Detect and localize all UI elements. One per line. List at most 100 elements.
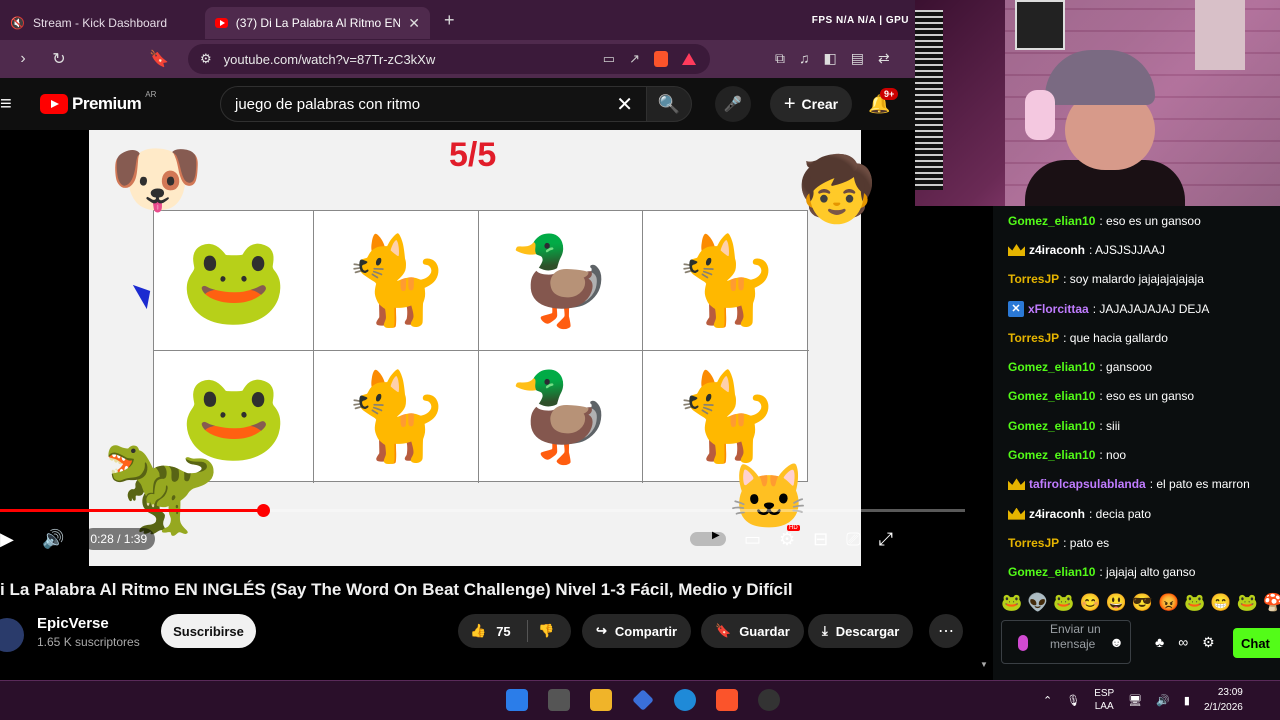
search-input[interactable]: juego de palabras con ritmo ✕ <box>220 86 648 122</box>
chat-username[interactable]: TorresJP <box>1008 536 1059 550</box>
chat-username[interactable]: Gomez_elian10 <box>1008 389 1095 403</box>
chat-username[interactable]: Gomez_elian10 <box>1008 360 1095 374</box>
more-actions-button[interactable]: ⋯ <box>929 614 963 648</box>
tab-kick-dashboard[interactable]: 🔇 Stream - Kick Dashboard <box>0 7 205 39</box>
chat-username[interactable]: xFlorcittaa <box>1028 302 1089 316</box>
chevron-up-icon[interactable]: ⌃ <box>1043 694 1052 707</box>
emote-icon[interactable]: 😎 <box>1132 593 1153 613</box>
emote-icon[interactable]: 👽 <box>1027 593 1048 613</box>
chat-text: : eso es un ganso <box>1099 389 1195 404</box>
task-view-icon[interactable] <box>548 689 570 711</box>
chat-message: Gomez_elian10: jajajaj alto ganso <box>993 558 1280 587</box>
start-windows-icon[interactable] <box>506 689 528 711</box>
gear-icon[interactable]: ⚙ <box>1202 634 1215 651</box>
bookmark-icon[interactable]: 🔖 <box>144 49 174 69</box>
cast-icon[interactable]: ⎚ <box>846 529 860 550</box>
chat-username[interactable]: TorresJP <box>1008 331 1059 345</box>
screenshot-icon[interactable]: ⧉ <box>775 50 785 67</box>
seek-handle[interactable] <box>257 504 270 517</box>
chat-username[interactable]: tafirolcapsulablanda <box>1029 477 1146 491</box>
chat-username[interactable]: z4iraconh <box>1029 507 1085 521</box>
channel-avatar[interactable] <box>0 618 24 652</box>
clock[interactable]: 23:09 2/1/2026 <box>1204 685 1243 715</box>
create-button[interactable]: + Crear <box>770 86 852 122</box>
autoplay-toggle[interactable] <box>690 530 726 546</box>
sidebar-icon[interactable]: ◧ <box>824 50 837 67</box>
infinity-icon[interactable]: ∞ <box>1178 634 1188 651</box>
channel-name[interactable]: EpicVerse <box>37 615 109 632</box>
tab-youtube-video[interactable]: (37) Di La Palabra Al Ritmo EN IN ✕ <box>205 7 430 39</box>
play-icon[interactable]: ▶ <box>0 529 14 550</box>
emote-icon[interactable]: 😁 <box>1210 593 1231 613</box>
reload-icon[interactable]: ↻ <box>44 49 74 69</box>
app-icon[interactable] <box>632 689 654 711</box>
file-explorer-icon[interactable] <box>590 689 612 711</box>
menu-icon[interactable]: ≡ <box>0 93 18 116</box>
share-button[interactable]: ↪ Compartir <box>582 614 692 648</box>
channel-row: EpicVerse 1.65 K suscriptores Suscribirs… <box>0 612 980 652</box>
seek-bar[interactable] <box>0 504 965 517</box>
chat-username[interactable]: Gomez_elian10 <box>1008 419 1095 433</box>
emote-icon[interactable]: 🐸 <box>1053 593 1074 613</box>
notifications-button[interactable]: 🔔 9+ <box>868 88 899 115</box>
settings-icon[interactable]: ⚙ HD <box>779 524 800 550</box>
chat-message: TorresJP: pato es <box>993 528 1280 557</box>
speaker-icon[interactable]: 🔊 <box>1156 694 1170 707</box>
points-icon[interactable]: ♣ <box>1155 634 1164 651</box>
send-chat-button[interactable]: Chat <box>1233 628 1280 658</box>
address-bar[interactable]: ⚙ youtube.com/watch?v=87Tr-zC3kXw ▭ ↗ <box>188 44 710 74</box>
battery-icon[interactable]: ▮ <box>1184 694 1190 707</box>
chat-username[interactable]: z4iraconh <box>1029 243 1085 257</box>
video-player[interactable]: 5/5 🐸 🐈 🦆 🐈 🐸 🐈 🦆 🐈 🐶 🧒 🦖 🐱 ▶ 🔊 0:28 / 1… <box>0 130 980 566</box>
close-tab-icon[interactable]: ✕ <box>408 15 420 32</box>
emoji-picker-icon[interactable]: ☻ <box>1109 634 1124 650</box>
emote-icon[interactable]: 🐸 <box>1184 593 1205 613</box>
chat-username[interactable]: Gomez_elian10 <box>1008 565 1095 579</box>
site-info-icon[interactable]: ⚙ <box>200 51 212 67</box>
share-icon[interactable]: ↗ <box>629 51 640 67</box>
chat-message-list: Gomez_elian10: eso es un gansoo z4iraconh… <box>993 206 1280 587</box>
emote-icon[interactable]: 😊 <box>1080 593 1101 613</box>
obs-icon[interactable] <box>758 689 780 711</box>
url-text: youtube.com/watch?v=87Tr-zC3kXw <box>223 51 436 67</box>
chat-input[interactable]: Enviar un mensaje ☻ <box>1001 620 1131 664</box>
chat-username[interactable]: TorresJP <box>1008 272 1059 286</box>
cast-icon[interactable]: ▭ <box>603 51 615 67</box>
brave-icon[interactable] <box>716 689 738 711</box>
notification-count: 9+ <box>880 88 899 100</box>
new-tab-button[interactable]: + <box>444 10 455 31</box>
search-button[interactable]: 🔍 <box>646 86 692 122</box>
chat-username[interactable]: Gomez_elian10 <box>1008 448 1095 462</box>
clear-search-icon[interactable]: ✕ <box>616 92 633 117</box>
microphone-icon[interactable]: 🎙 <box>1066 694 1080 707</box>
network-icon[interactable]: 🖥 <box>1128 694 1142 707</box>
brave-rewards-icon[interactable] <box>682 53 696 65</box>
miniplayer-icon[interactable]: ⊟ <box>813 529 828 550</box>
forward-icon[interactable]: › <box>8 50 38 68</box>
dislike-button[interactable]: 👎 <box>528 623 554 639</box>
emote-icon[interactable]: 🐸 <box>1237 593 1258 613</box>
voice-search-button[interactable]: 🎤 <box>715 86 751 122</box>
fullscreen-icon[interactable]: ⤢ <box>879 529 893 550</box>
emote-icon[interactable]: 🐸 <box>1001 593 1022 613</box>
language-indicator[interactable]: ESP LAA <box>1094 687 1114 713</box>
extensions-icon[interactable]: ⇄ <box>878 50 890 67</box>
emote-icon[interactable]: 😡 <box>1158 593 1179 613</box>
emote-icon[interactable]: 😃 <box>1106 593 1127 613</box>
volume-icon[interactable]: 🔊 <box>42 529 64 550</box>
microphone-icon[interactable] <box>1018 635 1028 651</box>
youtube-logo[interactable]: Premium AR <box>40 90 156 114</box>
scroll-down-arrow-icon[interactable]: ▼ <box>980 660 988 669</box>
brave-shields-icon[interactable] <box>654 51 668 67</box>
save-button[interactable]: 🔖 Guardar <box>701 614 804 648</box>
chat-message: Gomez_elian10: siii <box>993 411 1280 440</box>
edge-icon[interactable] <box>674 689 696 711</box>
chat-username[interactable]: Gomez_elian10 <box>1008 214 1095 228</box>
download-button[interactable]: ⤓ Descargar <box>808 614 914 648</box>
wallet-icon[interactable]: ▤ <box>851 50 864 67</box>
subscribe-button[interactable]: Suscribirse <box>161 614 256 648</box>
like-button[interactable]: 👍 75 <box>458 620 528 642</box>
emote-icon[interactable]: 🍄 <box>1263 593 1280 613</box>
media-icon[interactable]: ♫ <box>799 50 810 67</box>
subtitles-icon[interactable]: ▭ <box>744 529 761 550</box>
